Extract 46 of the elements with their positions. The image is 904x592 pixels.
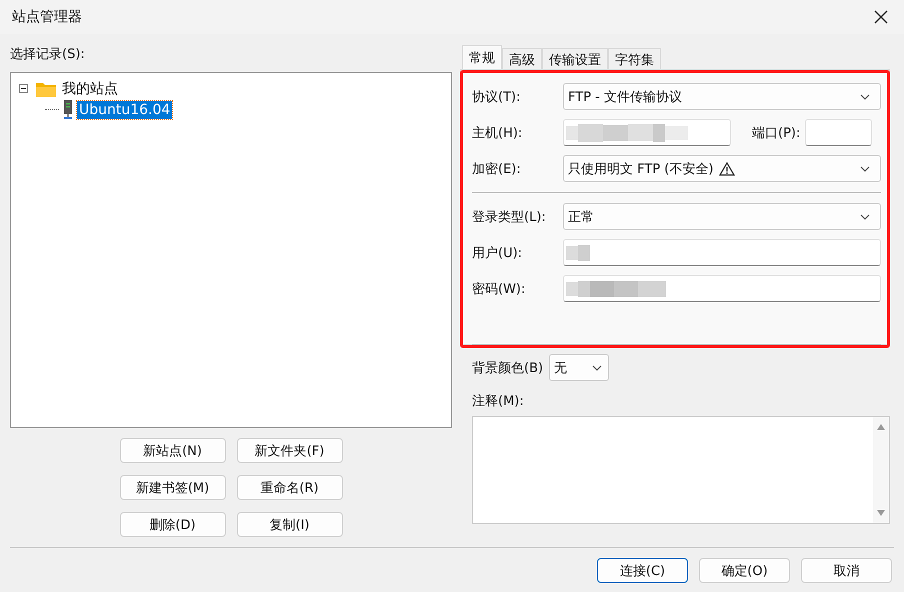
dropdown[interactable]: FTP - 文件传输协议 (563, 83, 881, 110)
tab[interactable]: 高级 (502, 48, 542, 69)
collapse-icon[interactable] (19, 84, 28, 93)
field-label: 用户(U): (472, 244, 524, 262)
field-label: 协议(T): (472, 88, 522, 106)
action-button[interactable]: 复制(I) (236, 512, 342, 537)
field-label: 登录类型(L): (472, 208, 547, 226)
chevron-down-icon (592, 364, 602, 370)
field-label: 注释(M): (472, 393, 525, 410)
port-field[interactable] (805, 119, 872, 146)
tree-item[interactable]: Ubuntu16.04 (77, 100, 172, 118)
tree-label: 选择记录(S): (10, 46, 86, 64)
field-label: 背景颜色(B) (472, 360, 544, 376)
field-label: 端口(P): (752, 124, 800, 142)
field-label: 主机(H): (472, 124, 524, 142)
action-button[interactable]: 重命名(R) (236, 475, 342, 500)
tree-item[interactable]: 我的站点 (60, 78, 120, 98)
dialog-button[interactable]: 取消 (801, 558, 892, 583)
dialog-button[interactable]: 确定(O) (699, 558, 790, 583)
notes-field[interactable] (472, 416, 890, 524)
tab[interactable]: 字符集 (608, 48, 661, 69)
scroll-down-icon[interactable] (876, 509, 886, 517)
action-button[interactable]: 新文件夹(F) (236, 438, 342, 463)
scrollbar[interactable] (873, 417, 889, 523)
window-title: 站点管理器 (12, 8, 82, 26)
action-button[interactable]: 新建书签(M) (120, 475, 226, 500)
scroll-up-icon[interactable] (876, 423, 886, 431)
chevron-down-icon (860, 166, 870, 172)
text-field[interactable] (563, 275, 881, 302)
tab[interactable]: 常规 (462, 45, 502, 69)
tab[interactable]: 传输设置 (542, 48, 608, 69)
action-button[interactable]: 新站点(N) (120, 438, 226, 463)
field-label: 加密(E): (472, 160, 522, 178)
host-field[interactable] (563, 119, 731, 146)
dialog-button[interactable]: 连接(C) (597, 558, 688, 583)
dropdown[interactable]: 无 (549, 354, 610, 381)
dropdown[interactable]: 正常 (563, 203, 881, 230)
chevron-down-icon (860, 94, 870, 100)
dropdown[interactable]: 只使用明文 FTP (不安全) (563, 155, 881, 182)
server-icon (63, 100, 73, 120)
chevron-down-icon (860, 214, 870, 220)
field-label: 密码(W): (472, 280, 526, 298)
close-icon[interactable] (874, 10, 888, 24)
folder-icon (36, 80, 56, 96)
text-field[interactable] (563, 239, 881, 266)
action-button[interactable]: 删除(D) (120, 512, 226, 537)
